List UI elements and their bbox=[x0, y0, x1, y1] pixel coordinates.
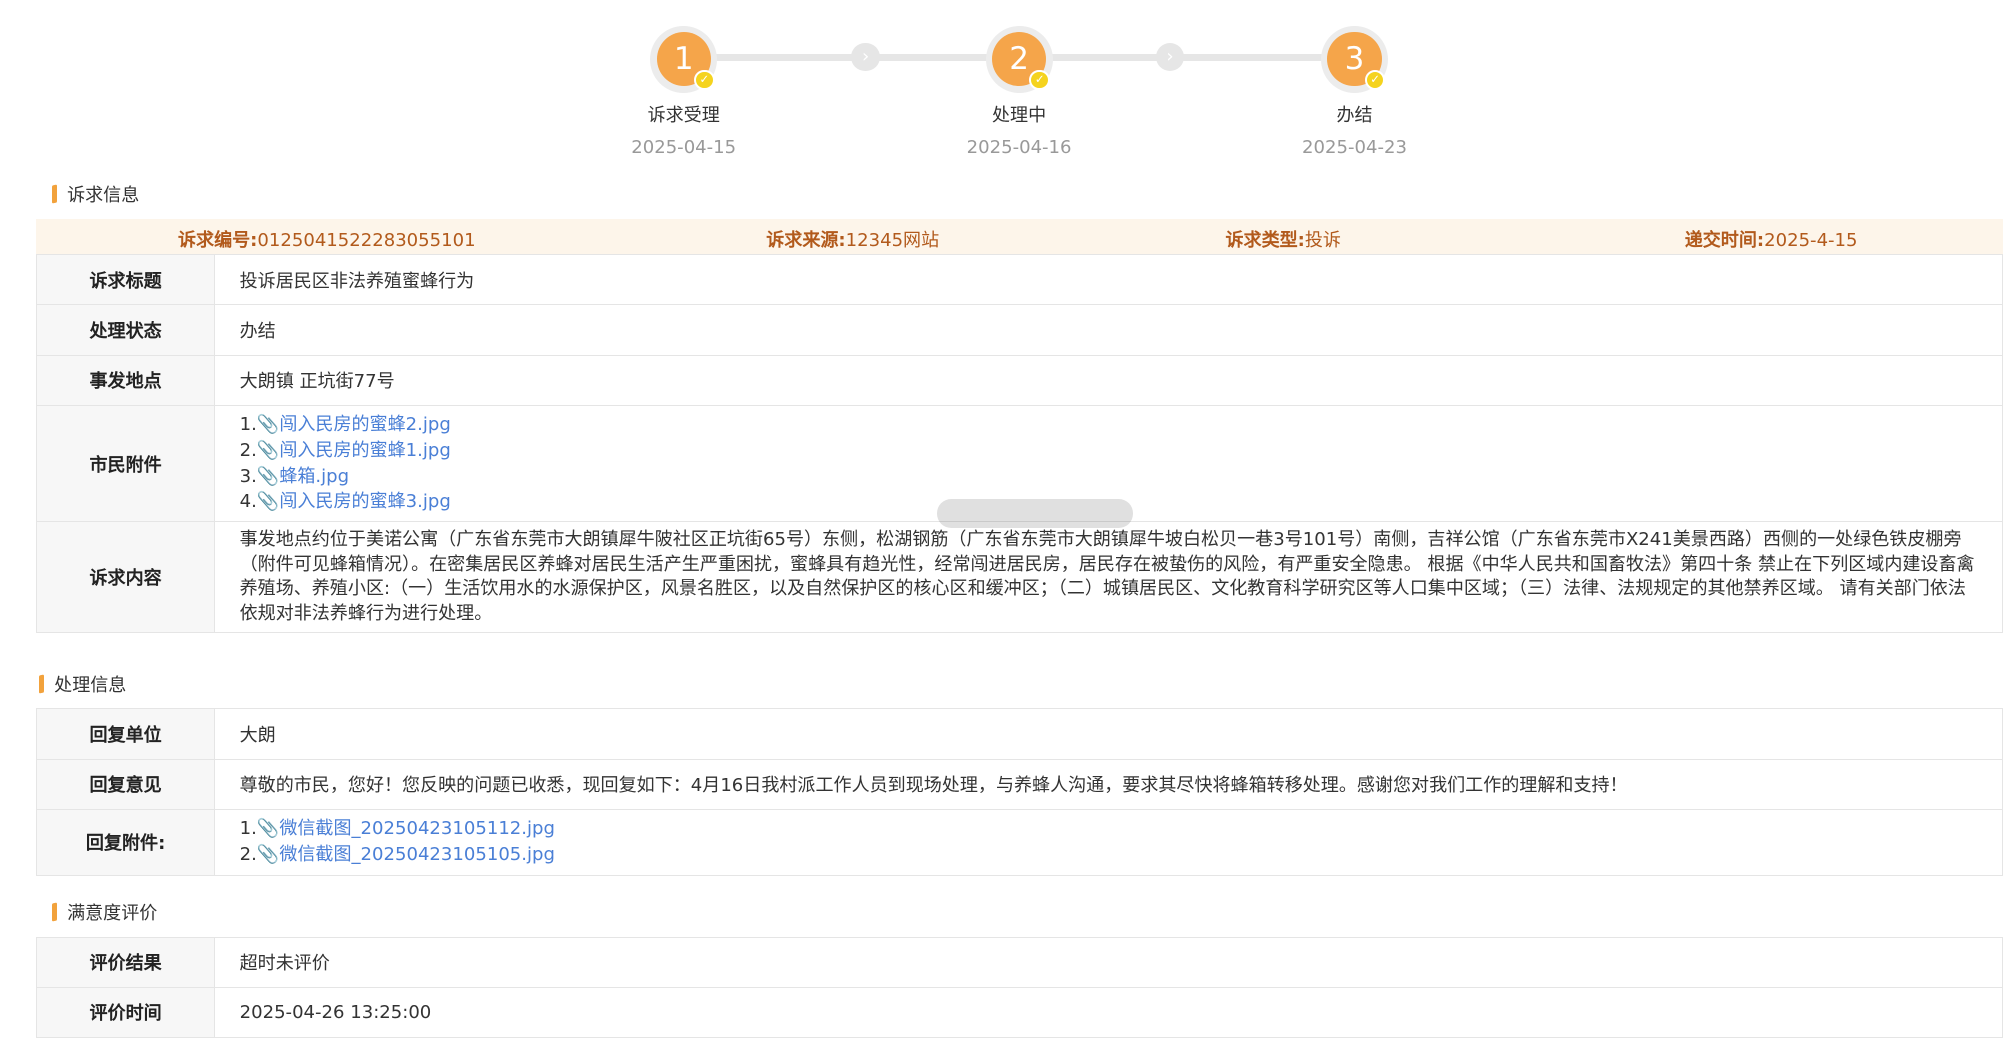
step-circle: 1 ✓ bbox=[650, 25, 718, 93]
step-2: 2 ✓ 处理中 2025-04-16 bbox=[942, 25, 1097, 158]
row-key: 评价时间 bbox=[36, 986, 216, 1039]
paperclip-icon: 📎 bbox=[256, 844, 280, 866]
reply-unit-value: 大朗 bbox=[214, 708, 2004, 760]
meta-value: 2025-4-15 bbox=[1764, 229, 1858, 251]
row-key: 回复单位 bbox=[36, 708, 216, 760]
step-date: 2025-04-23 bbox=[1302, 136, 1407, 158]
request-content-value: 事发地点约位于美诺公寓（广东省东莞市大朗镇犀牛陂社区正坑街65号）东侧，松湖钢筋… bbox=[214, 521, 2004, 634]
row-key: 处理状态 bbox=[36, 304, 216, 356]
attachment-num: 2. bbox=[239, 844, 257, 866]
status-value: 办结 bbox=[214, 304, 2004, 356]
table-row: 诉求标题 投诉居民区非法养殖蜜蜂行为 bbox=[36, 254, 2004, 306]
step-label: 办结 bbox=[1336, 104, 1373, 126]
paperclip-icon: 📎 bbox=[256, 491, 280, 513]
chevron-right-icon: › bbox=[1155, 42, 1185, 71]
paperclip-icon: 📎 bbox=[256, 465, 280, 487]
row-key: 诉求内容 bbox=[36, 521, 216, 634]
paperclip-icon: 📎 bbox=[256, 413, 280, 435]
step-circle: 3 ✓ bbox=[1320, 25, 1389, 93]
request-title-value: 投诉居民区非法养殖蜜蜂行为 bbox=[214, 254, 2004, 306]
meta-key: 诉求类型: bbox=[1225, 229, 1305, 251]
eval-result-value: 超时未评价 bbox=[214, 936, 2004, 988]
attachment-link[interactable]: 闯入民房的蜜蜂1.jpg bbox=[279, 440, 450, 461]
section-marker-icon bbox=[51, 184, 57, 204]
section-marker-icon bbox=[51, 902, 57, 922]
meta-key: 递交时间: bbox=[1684, 229, 1765, 251]
check-icon: ✓ bbox=[1029, 69, 1051, 91]
section-title-request: 诉求信息 bbox=[51, 181, 140, 207]
watermark bbox=[936, 499, 1133, 528]
row-key: 回复附件: bbox=[36, 808, 216, 876]
meta-submit-time: 递交时间:2025-4-15 bbox=[1685, 226, 1858, 252]
attachment-num: 2. bbox=[239, 439, 257, 461]
meta-value: 0125041522283055101 bbox=[257, 229, 476, 251]
chevron-right-icon: › bbox=[851, 42, 880, 71]
table-row: 评价时间 2025-04-26 13:25:00 bbox=[36, 986, 2004, 1039]
section-title-text: 满意度评价 bbox=[67, 903, 158, 925]
row-key: 评价结果 bbox=[36, 936, 216, 988]
attachment-num: 1. bbox=[239, 818, 257, 840]
attachment-item: 1.📎闯入民房的蜜蜂2.jpg bbox=[240, 412, 1978, 438]
meta-value: 投诉 bbox=[1304, 229, 1341, 251]
section-title-handle: 处理信息 bbox=[38, 671, 127, 697]
section-title-text: 处理信息 bbox=[54, 674, 127, 696]
section-title-eval: 满意度评价 bbox=[51, 899, 158, 925]
attachment-item: 2.📎微信截图_20250423105105.jpg bbox=[240, 842, 1978, 868]
eval-time-value: 2025-04-26 13:25:00 bbox=[214, 986, 2004, 1039]
attachment-num: 4. bbox=[239, 491, 257, 513]
attachment-item: 3.📎蜂箱.jpg bbox=[240, 464, 1978, 490]
step-circle: 2 ✓ bbox=[985, 25, 1053, 93]
meta-type: 诉求类型:投诉 bbox=[1225, 226, 1341, 252]
table-row: 诉求内容 事发地点约位于美诺公寓（广东省东莞市大朗镇犀牛陂社区正坑街65号）东侧… bbox=[36, 521, 2004, 634]
attachment-num: 1. bbox=[239, 413, 257, 435]
attachment-num: 3. bbox=[239, 465, 257, 487]
progress-steps: › › 1 ✓ 诉求受理 2025-04-15 2 ✓ 处理中 2025-04-… bbox=[0, 0, 2007, 168]
table-row: 事发地点 大朗镇 正坑街77号 bbox=[36, 354, 2004, 407]
reply-opinion-value: 尊敬的市民，您好！您反映的问题已收悉，现回复如下：4月16日我村派工作人员到现场… bbox=[214, 758, 2004, 810]
meta-key: 诉求来源: bbox=[766, 229, 846, 251]
paperclip-icon: 📎 bbox=[256, 439, 280, 461]
location-value: 大朗镇 正坑街77号 bbox=[214, 354, 2004, 407]
reply-attachments: 1.📎微信截图_20250423105112.jpg 2.📎微信截图_20250… bbox=[214, 808, 2004, 876]
attachment-link[interactable]: 闯入民房的蜜蜂2.jpg bbox=[279, 414, 450, 435]
meta-request-id: 诉求编号:0125041522283055101 bbox=[178, 226, 476, 252]
attachment-item: 1.📎微信截图_20250423105112.jpg bbox=[240, 816, 1978, 842]
table-row: 评价结果 超时未评价 bbox=[36, 936, 2004, 988]
section-marker-icon bbox=[38, 674, 44, 694]
eval-table: 评价结果 超时未评价 评价时间 2025-04-26 13:25:00 bbox=[36, 936, 2004, 1039]
attachment-link[interactable]: 蜂箱.jpg bbox=[279, 466, 349, 487]
meta-value: 12345网站 bbox=[845, 229, 940, 251]
section-title-text: 诉求信息 bbox=[67, 184, 140, 206]
request-meta-bar: 诉求编号:0125041522283055101 诉求来源:12345网站 诉求… bbox=[36, 219, 2004, 255]
handle-table: 回复单位 大朗 回复意见 尊敬的市民，您好！您反映的问题已收悉，现回复如下：4月… bbox=[36, 708, 2004, 876]
row-key: 事发地点 bbox=[36, 354, 216, 407]
check-icon: ✓ bbox=[1364, 69, 1386, 91]
request-table: 诉求标题 投诉居民区非法养殖蜜蜂行为 处理状态 办结 事发地点 大朗镇 正坑街7… bbox=[36, 254, 2004, 634]
attachment-link[interactable]: 闯入民房的蜜蜂3.jpg bbox=[279, 491, 450, 512]
attachment-link[interactable]: 微信截图_20250423105112.jpg bbox=[279, 818, 555, 839]
attachment-item: 2.📎闯入民房的蜜蜂1.jpg bbox=[240, 438, 1978, 464]
check-icon: ✓ bbox=[694, 69, 715, 91]
table-row: 回复意见 尊敬的市民，您好！您反映的问题已收悉，现回复如下：4月16日我村派工作… bbox=[36, 758, 2004, 810]
paperclip-icon: 📎 bbox=[256, 818, 280, 840]
step-label: 处理中 bbox=[992, 104, 1047, 126]
step-3: 3 ✓ 办结 2025-04-23 bbox=[1277, 25, 1432, 158]
table-row: 回复附件: 1.📎微信截图_20250423105112.jpg 2.📎微信截图… bbox=[36, 808, 2004, 876]
row-key: 市民附件 bbox=[36, 405, 216, 523]
row-key: 回复意见 bbox=[36, 758, 216, 810]
table-row: 处理状态 办结 bbox=[36, 304, 2004, 356]
step-1: 1 ✓ 诉求受理 2025-04-15 bbox=[606, 25, 761, 158]
step-label: 诉求受理 bbox=[647, 104, 720, 126]
row-key: 诉求标题 bbox=[36, 254, 216, 306]
meta-key: 诉求编号: bbox=[178, 229, 258, 251]
attachment-link[interactable]: 微信截图_20250423105105.jpg bbox=[279, 844, 555, 865]
step-date: 2025-04-16 bbox=[966, 136, 1072, 158]
meta-source: 诉求来源:12345网站 bbox=[766, 226, 939, 252]
table-row: 回复单位 大朗 bbox=[36, 708, 2004, 760]
step-date: 2025-04-15 bbox=[631, 136, 737, 158]
